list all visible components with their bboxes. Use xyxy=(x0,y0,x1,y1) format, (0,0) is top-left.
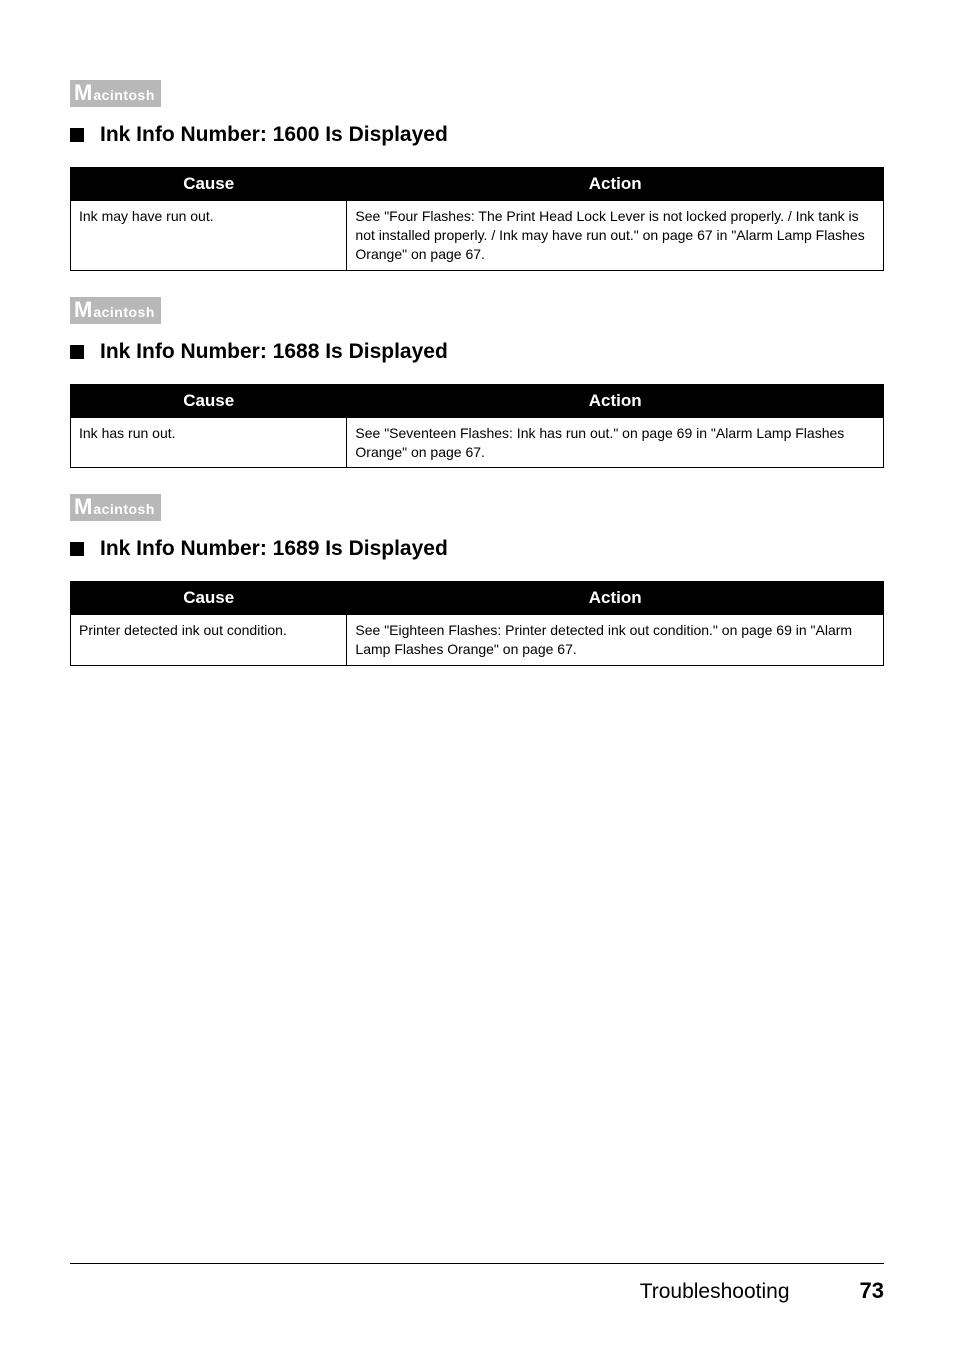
os-badge-rest: acintosh xyxy=(93,87,155,103)
os-badge-rest: acintosh xyxy=(93,304,155,320)
page-footer: Troubleshooting 73 xyxy=(70,1263,884,1304)
table-header-row: Cause Action xyxy=(71,168,884,201)
square-bullet-icon xyxy=(70,542,84,556)
info-table: Cause Action Ink may have run out. See "… xyxy=(70,167,884,271)
heading-text: Ink Info Number: 1688 Is Displayed xyxy=(100,340,448,364)
footer-page-number: 73 xyxy=(860,1278,884,1304)
action-cell: See "Seventeen Flashes: Ink has run out.… xyxy=(347,417,884,468)
os-badge-big-letter: M xyxy=(74,496,92,518)
section-heading: Ink Info Number: 1689 Is Displayed xyxy=(70,537,884,561)
os-badge-macintosh: M acintosh xyxy=(70,80,161,107)
square-bullet-icon xyxy=(70,128,84,142)
table-row: Printer detected ink out condition. See … xyxy=(71,615,884,666)
section-heading: Ink Info Number: 1600 Is Displayed xyxy=(70,123,884,147)
col-header-cause: Cause xyxy=(71,384,347,417)
footer-section-title: Troubleshooting xyxy=(640,1280,790,1304)
os-badge-macintosh: M acintosh xyxy=(70,297,161,324)
action-cell: See "Four Flashes: The Print Head Lock L… xyxy=(347,201,884,271)
col-header-cause: Cause xyxy=(71,168,347,201)
table-header-row: Cause Action xyxy=(71,384,884,417)
cause-cell: Ink has run out. xyxy=(71,417,347,468)
os-badge-big-letter: M xyxy=(74,82,92,104)
square-bullet-icon xyxy=(70,345,84,359)
col-header-action: Action xyxy=(347,168,884,201)
col-header-action: Action xyxy=(347,384,884,417)
os-badge-big-letter: M xyxy=(74,299,92,321)
os-badge-macintosh: M acintosh xyxy=(70,494,161,521)
section-heading: Ink Info Number: 1688 Is Displayed xyxy=(70,340,884,364)
action-cell: See "Eighteen Flashes: Printer detected … xyxy=(347,615,884,666)
col-header-cause: Cause xyxy=(71,582,347,615)
info-table: Cause Action Printer detected ink out co… xyxy=(70,581,884,666)
col-header-action: Action xyxy=(347,582,884,615)
table-row: Ink has run out. See "Seventeen Flashes:… xyxy=(71,417,884,468)
cause-cell: Printer detected ink out condition. xyxy=(71,615,347,666)
info-table: Cause Action Ink has run out. See "Seven… xyxy=(70,384,884,469)
os-badge-rest: acintosh xyxy=(93,501,155,517)
table-row: Ink may have run out. See "Four Flashes:… xyxy=(71,201,884,271)
heading-text: Ink Info Number: 1600 Is Displayed xyxy=(100,123,448,147)
cause-cell: Ink may have run out. xyxy=(71,201,347,271)
table-header-row: Cause Action xyxy=(71,582,884,615)
heading-text: Ink Info Number: 1689 Is Displayed xyxy=(100,537,448,561)
